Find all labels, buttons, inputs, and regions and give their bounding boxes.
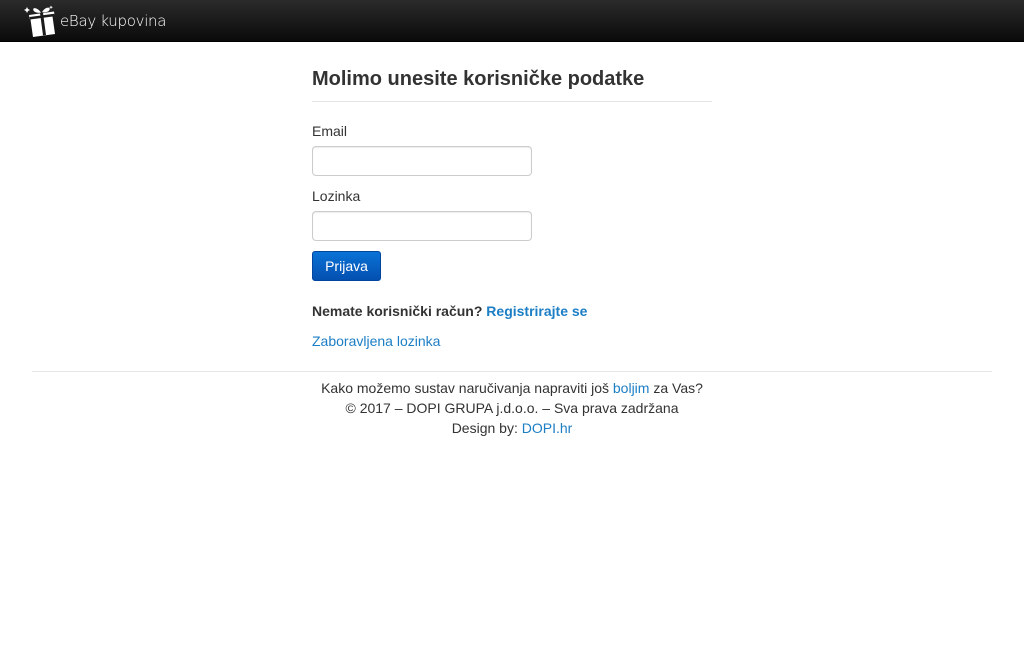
register-link[interactable]: Registrirajte se (486, 303, 587, 319)
copyright-line: © 2017 – DOPI GRUPA j.d.o.o. – Sva prava… (345, 400, 679, 416)
register-prompt: Nemate korisnički račun? (312, 303, 483, 319)
page-title: Molimo unesite korisničke podatke (312, 58, 712, 102)
design-label: Design by: (451, 420, 518, 436)
feedback-text-after: za Vas? (653, 380, 703, 396)
login-button[interactable]: Prijava (312, 251, 381, 281)
email-field[interactable] (312, 146, 532, 176)
footer-divider (32, 371, 992, 372)
forgot-password-link[interactable]: Zaboravljena lozinka (312, 333, 440, 349)
brand-name: eBay kupovina (60, 11, 167, 30)
brand-logo-link[interactable]: eBay kupovina (24, 4, 166, 37)
email-label: Email (312, 123, 348, 139)
register-row: Nemate korisnički račun? Registrirajte s… (312, 303, 587, 319)
footer: Kako možemo sustav naručivanja napraviti… (0, 378, 1024, 438)
password-field[interactable] (312, 211, 532, 241)
design-link[interactable]: DOPI.hr (522, 420, 573, 436)
feedback-text-before: Kako možemo sustav naručivanja napraviti… (321, 380, 609, 396)
password-label: Lozinka (312, 188, 361, 204)
feedback-line: Kako možemo sustav naručivanja napraviti… (0, 378, 1024, 398)
design-line: Design by: DOPI.hr (0, 418, 1024, 438)
feedback-link[interactable]: boljim (613, 380, 650, 396)
forgot-row: Zaboravljena lozinka (312, 333, 440, 349)
gift-box-icon (24, 5, 55, 37)
login-form: Molimo unesite korisničke podatke Email … (312, 58, 712, 349)
top-navbar: eBay kupovina (0, 0, 1024, 42)
